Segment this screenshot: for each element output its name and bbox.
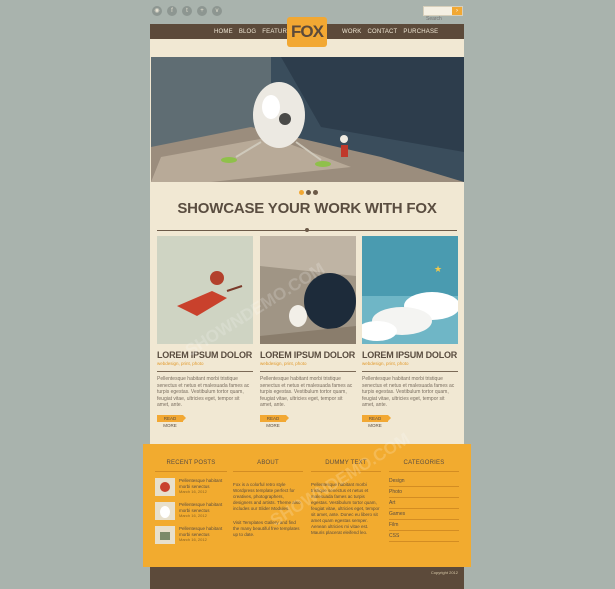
post-date: March 16, 2012 (179, 513, 207, 518)
social-icons: ◉ f t + v (152, 6, 222, 16)
footer-heading: ABOUT (257, 460, 279, 466)
card-title[interactable]: LOREM IPSUM DOLOR (157, 350, 253, 360)
category-link[interactable]: Games (389, 509, 459, 520)
post-date: March 16, 2012 (179, 489, 207, 494)
portfolio-card: LOREM IPSUM DOLOR webdesign, print, phot… (260, 236, 356, 428)
card-description: Pellentesque habitant morbi tristique se… (260, 376, 353, 408)
slider-dot[interactable] (306, 190, 311, 195)
footer-heading: CATEGORIES (403, 460, 445, 466)
slider-dot[interactable] (313, 190, 318, 195)
slider-dots (299, 190, 318, 195)
twitter-icon[interactable]: t (182, 6, 192, 16)
post-thumbnail[interactable] (155, 502, 175, 520)
post-thumbnail[interactable] (155, 526, 175, 544)
recent-post[interactable]: Pellentesque habitant morbi senectus Marc… (155, 478, 227, 496)
post-date: March 16, 2012 (179, 537, 207, 542)
category-link[interactable]: Photo (389, 487, 459, 498)
category-link[interactable]: CSS (389, 531, 459, 542)
footer-categories: CATEGORIES Design Photo Art Games Film C… (389, 460, 459, 542)
card-image[interactable]: ★ (362, 236, 458, 344)
footer-heading: DUMMY TEXT (325, 460, 367, 466)
post-title[interactable]: Pellentesque habitant morbi senectus (179, 478, 227, 489)
site-logo[interactable]: FOX (287, 17, 327, 47)
post-title[interactable]: Pellentesque habitant morbi senectus (179, 526, 227, 537)
card-title[interactable]: LOREM IPSUM DOLOR (362, 350, 458, 360)
facebook-icon[interactable]: f (167, 6, 177, 16)
card-description: Pellentesque habitant morbi tristique se… (362, 376, 455, 408)
search-button[interactable]: › (452, 7, 462, 15)
vimeo-icon[interactable]: v (212, 6, 222, 16)
search-box: › (423, 6, 463, 23)
card-meta[interactable]: webdesign, print, photo (157, 361, 253, 366)
portfolio-card: LOREM IPSUM DOLOR webdesign, print, phot… (157, 236, 253, 428)
nav-purchase[interactable]: PURCHASE (403, 29, 438, 35)
post-thumbnail[interactable] (155, 478, 175, 496)
footer-recent-posts: RECENT POSTS Pellentesque habitant morbi… (155, 460, 227, 544)
google-plus-icon[interactable]: + (197, 6, 207, 16)
search-input[interactable] (424, 15, 456, 23)
card-meta[interactable]: webdesign, print, photo (362, 361, 458, 366)
category-link[interactable]: Design (389, 476, 459, 487)
footer-dummy-text: DUMMY TEXT Pellentesque habitant morbi t… (311, 460, 381, 536)
recent-post[interactable]: Pellentesque habitant morbi senectus Marc… (155, 502, 227, 520)
card-image[interactable] (157, 236, 253, 344)
divider (157, 228, 457, 232)
nav-contact[interactable]: CONTACT (367, 29, 397, 35)
copyright: Copyright 2012 (430, 570, 458, 575)
card-description: Pellentesque habitant morbi tristique se… (157, 376, 250, 408)
rss-icon[interactable]: ◉ (152, 6, 162, 16)
read-more-button[interactable]: READ MORE (157, 414, 186, 428)
recent-post[interactable]: Pellentesque habitant morbi senectus Marc… (155, 526, 227, 544)
read-more-button[interactable]: READ MORE (362, 414, 391, 428)
portfolio-card: ★ LOREM IPSUM DOLOR webdesign, print, ph… (362, 236, 458, 428)
card-meta[interactable]: webdesign, print, photo (260, 361, 356, 366)
footer-heading: RECENT POSTS (166, 460, 216, 466)
nav-home[interactable]: HOME (214, 29, 233, 35)
about-text: Fox is a colorful retro style Wordpress … (233, 482, 301, 511)
svg-text:★: ★ (434, 265, 442, 275)
bottom-bar: Copyright 2012 (150, 567, 464, 589)
page-title: SHOWCASE YOUR WORK WITH FOX (177, 200, 437, 217)
dummy-text: Pellentesque habitant morbi tristique se… (311, 482, 380, 535)
card-image[interactable] (260, 236, 356, 344)
category-link[interactable]: Film (389, 520, 459, 531)
post-title[interactable]: Pellentesque habitant morbi senectus (179, 502, 227, 513)
nav-work[interactable]: WORK (342, 29, 361, 35)
nav-blog[interactable]: BLOG (239, 29, 256, 35)
card-title[interactable]: LOREM IPSUM DOLOR (260, 350, 356, 360)
footer-about: ABOUT Fox is a colorful retro style Word… (233, 460, 303, 538)
read-more-button[interactable]: READ MORE (260, 414, 289, 428)
slider-dot[interactable] (299, 190, 304, 195)
category-link[interactable]: Art (389, 498, 459, 509)
hero-slider-image[interactable] (151, 57, 464, 182)
about-text: Visit Templates Gallery and find the man… (233, 520, 300, 537)
